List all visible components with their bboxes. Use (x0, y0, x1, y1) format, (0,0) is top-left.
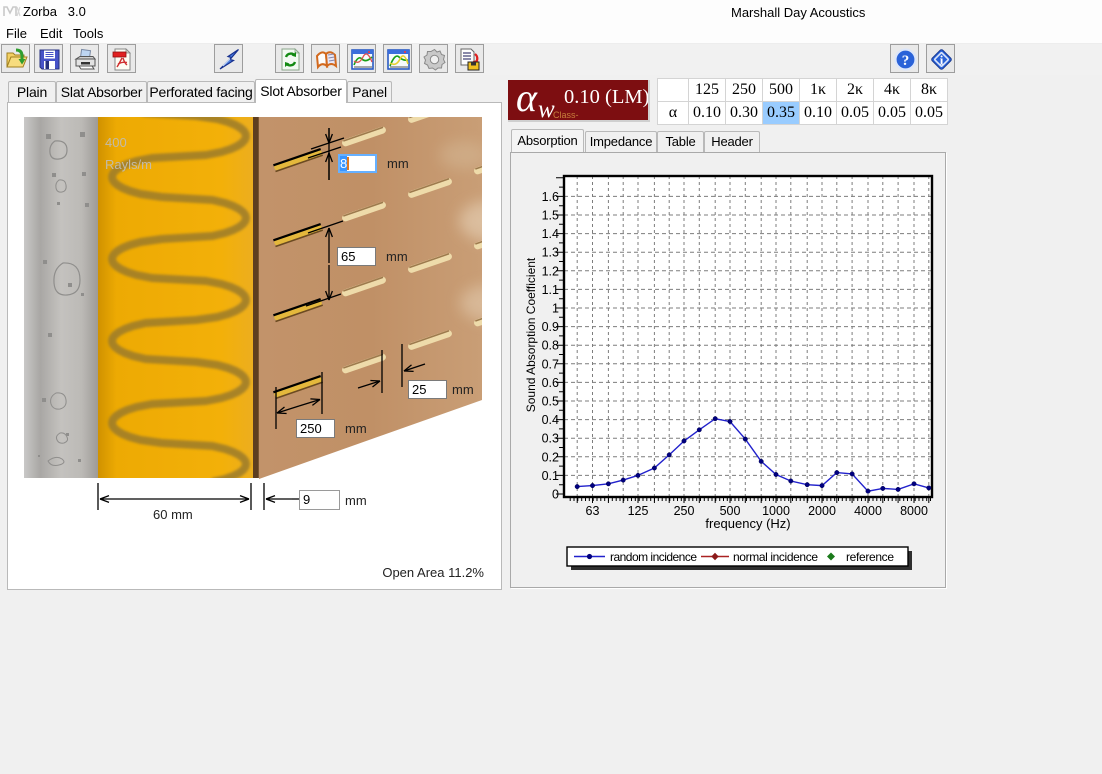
svg-text:125: 125 (628, 504, 649, 518)
svg-text:0.1: 0.1 (542, 469, 559, 483)
svg-text:frequency (Hz): frequency (Hz) (705, 516, 790, 531)
svg-text:0.3: 0.3 (542, 432, 559, 446)
svg-text:i: i (940, 53, 944, 68)
svg-text:1.6: 1.6 (542, 190, 559, 204)
svg-text:0: 0 (552, 488, 559, 502)
svg-text:1.4: 1.4 (542, 227, 559, 241)
svg-text:0.2: 0.2 (542, 450, 559, 464)
svg-text:400: 400 (105, 135, 127, 150)
svg-text:1.5: 1.5 (542, 209, 559, 223)
svg-text:8000: 8000 (900, 504, 928, 518)
svg-text:2000: 2000 (808, 504, 836, 518)
svg-text:normal incidence: normal incidence (733, 550, 818, 564)
svg-text:Rayls/m: Rayls/m (105, 157, 152, 172)
svg-text:1: 1 (552, 302, 559, 316)
svg-text:reference: reference (846, 550, 894, 564)
svg-text:Sound Absorption Coefficient: Sound Absorption Coefficient (524, 257, 538, 412)
svg-text:1.1: 1.1 (542, 283, 559, 297)
svg-text:0.7: 0.7 (542, 357, 559, 371)
svg-text:random incidence: random incidence (610, 550, 697, 564)
svg-text:4000: 4000 (854, 504, 882, 518)
svg-text:63: 63 (586, 504, 600, 518)
svg-text:0.4: 0.4 (542, 413, 559, 427)
svg-text:0.6: 0.6 (542, 376, 559, 390)
svg-text:?: ? (902, 53, 910, 69)
svg-text:0.8: 0.8 (542, 339, 559, 353)
svg-text:250: 250 (674, 504, 695, 518)
svg-text:0.5: 0.5 (542, 395, 559, 409)
svg-text:1.2: 1.2 (542, 264, 559, 278)
svg-text:0.9: 0.9 (542, 320, 559, 334)
svg-text:1.3: 1.3 (542, 246, 559, 260)
